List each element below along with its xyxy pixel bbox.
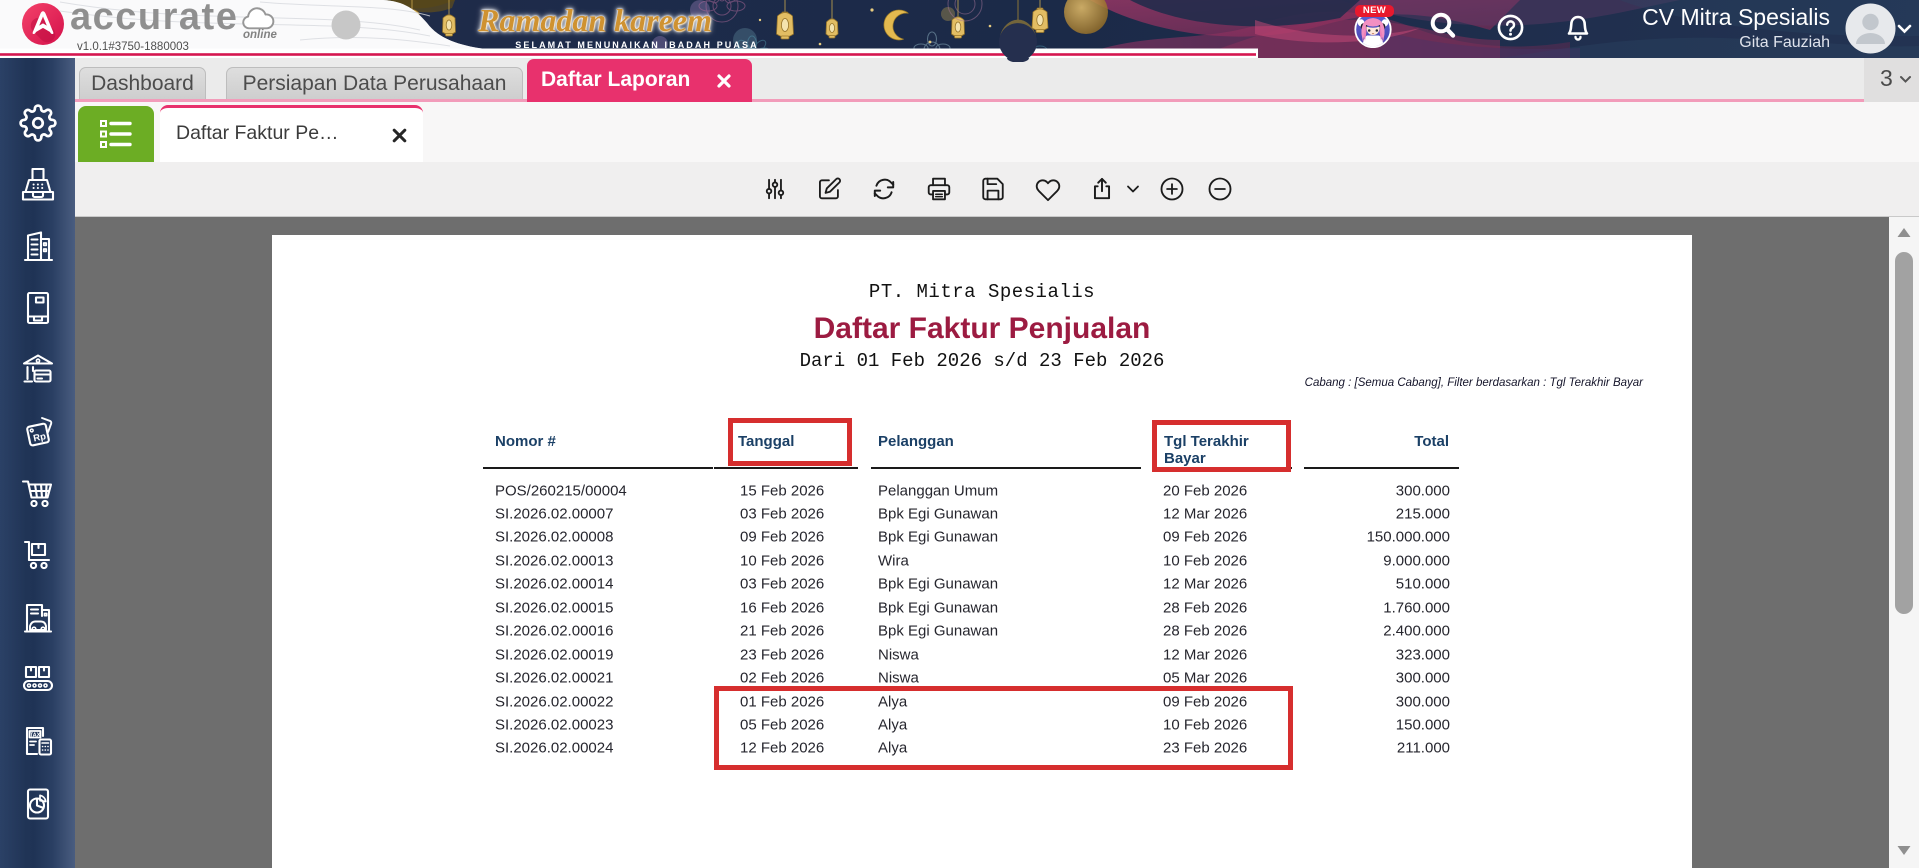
svg-text:TAX: TAX (29, 732, 40, 738)
